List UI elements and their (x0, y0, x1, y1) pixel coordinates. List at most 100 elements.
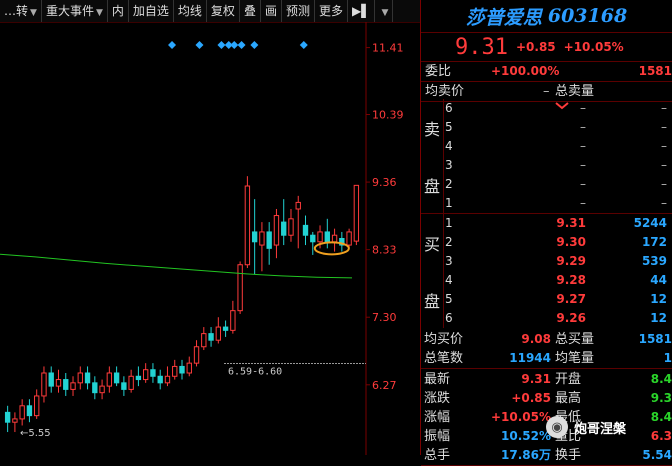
candle-body (237, 264, 243, 312)
candle-body (26, 405, 33, 417)
stat-value: 17.86万 (501, 448, 551, 462)
candle-body (92, 382, 98, 394)
y-tick-label: 9.36 (372, 176, 397, 189)
ask-row[interactable]: 6 – – (443, 99, 672, 118)
candle-body (113, 372, 120, 384)
event-marker-icon (230, 41, 239, 49)
ask-price: – (580, 139, 586, 153)
candle-body (310, 234, 316, 243)
candle-body (4, 411, 11, 423)
stat-label-2: 总买量 (555, 332, 595, 347)
stat-value: +0.85 (511, 391, 551, 405)
bid-side-label: 买 盘 (421, 214, 444, 328)
stat-value-2: 1581 (638, 332, 672, 346)
toolbar-item-0[interactable]: …转 ▼ (0, 0, 42, 22)
bid-level: 4 (445, 273, 453, 287)
toolbar-item-7[interactable]: 画 (261, 0, 282, 22)
committee-label: 委比 (425, 64, 452, 79)
toolbar-item-9[interactable]: 更多 (315, 0, 348, 22)
candle-body (19, 405, 25, 420)
bid-price: 9.30 (556, 235, 586, 249)
candle-body (55, 379, 62, 387)
event-marker-icon (195, 41, 204, 49)
kline-chart[interactable]: 11.41 10.39 9.36 8.33 7.30 6.27 6.59-6.60 ←5.55 (0, 22, 420, 455)
bid-row[interactable]: 4 9.28 44 (443, 271, 672, 290)
candle-body (317, 231, 323, 243)
candle-body (266, 231, 272, 249)
bid-row[interactable]: 5 9.27 12 (443, 290, 672, 309)
kline-svg[interactable]: 11.41 10.39 9.36 8.33 7.30 6.27 6.59-6.60 ←5.55 (0, 22, 420, 455)
stat-label: 总手 (424, 448, 451, 463)
candle-body (324, 231, 330, 243)
toolbar-item-5[interactable]: 复权 (207, 0, 240, 22)
bid-row[interactable]: 1 9.31 5244 (443, 214, 672, 233)
bid-level: 6 (445, 311, 453, 325)
bid-row[interactable]: 3 9.29 539 (443, 252, 672, 271)
ask-price: – (580, 158, 586, 172)
ask-row[interactable]: 3 – – (443, 156, 672, 175)
bid-price: 9.29 (556, 254, 586, 268)
candle-body (164, 375, 171, 384)
moving-average-line (0, 253, 353, 279)
ask-row[interactable]: 4 – – (443, 137, 672, 156)
ask-row[interactable]: 1 – – (443, 194, 672, 213)
bid-price: 9.31 (556, 216, 586, 230)
price-line: 9.31 +0.85 +10.05% (421, 33, 672, 62)
stat-row: 涨跌 +0.85 最高 9.3 (421, 389, 672, 408)
stat-value-2: 1 (663, 351, 672, 365)
toolbar-item-6[interactable]: 叠 (240, 0, 261, 22)
pin-icon[interactable]: ▶▌ (348, 0, 376, 22)
ask-volume: – (661, 139, 667, 153)
candle-body (230, 310, 236, 331)
bid-book: 买 盘 1 9.31 5244 2 9.30 172 3 9.29 539 4 9.28 44 5 9.2… (421, 213, 672, 328)
stat-value-2: 8.4 (650, 372, 672, 386)
gap-label: 6.59-6.60 (228, 366, 282, 377)
bid-price: 9.28 (556, 273, 586, 287)
dropdown-arrow-icon[interactable]: ▼ (381, 8, 388, 18)
candle-body (215, 326, 222, 341)
ask-level: 5 (445, 120, 453, 134)
toolbar-more-dropdown[interactable]: ▼ (375, 0, 394, 22)
stat-value-2: 9.3 (650, 391, 672, 405)
y-tick-label: 7.30 (372, 311, 397, 324)
y-tick-label: 6.27 (372, 379, 397, 392)
candle-body (41, 372, 47, 397)
bid-level: 3 (445, 254, 453, 268)
price-change-pct: +10.05% (563, 40, 624, 54)
candle-body (34, 395, 40, 417)
toolbar-item-8[interactable]: 预测 (282, 0, 315, 22)
event-marker-icon (168, 41, 177, 49)
bid-price: 9.27 (556, 292, 586, 306)
bid-row[interactable]: 2 9.30 172 (443, 233, 672, 252)
stat-label-2: 均笔量 (555, 351, 595, 366)
stat-label: 涨跌 (424, 391, 451, 406)
candle-body (99, 385, 105, 394)
ask-price: – (580, 120, 586, 134)
dropdown-arrow-icon[interactable]: ▼ (96, 8, 103, 18)
candle-body (106, 372, 113, 387)
bid-level: 2 (445, 235, 453, 249)
ask-volume: – (661, 158, 667, 172)
ask-side-label: 卖 盘 (421, 99, 444, 213)
candle-body (121, 382, 127, 390)
candle-body (12, 418, 18, 423)
bid-volume: 12 (650, 311, 667, 325)
ask-level: 1 (445, 196, 453, 210)
ask-volume: – (661, 196, 667, 210)
candle-body (193, 346, 200, 364)
ask-volume: – (661, 120, 667, 134)
stat-value: +10.05% (490, 410, 551, 424)
bid-volume: 12 (650, 292, 667, 306)
bid-row[interactable]: 6 9.26 12 (443, 309, 672, 328)
candle-body (346, 231, 352, 246)
toolbar-item-3[interactable]: 加自选 (129, 0, 174, 22)
chart-toolbar: …转 ▼ 重大事件 ▼ 内加自选 均线 复权叠画预测 更多 ▶▌ ▼ (0, 0, 420, 23)
candle-body (251, 231, 258, 243)
bid-volume: 5244 (633, 216, 667, 230)
ask-row[interactable]: 2 – – (443, 175, 672, 194)
ask-row[interactable]: 5 – – (443, 118, 672, 137)
toolbar-item-4[interactable]: 均线 (174, 0, 207, 22)
dropdown-arrow-icon[interactable]: ▼ (30, 8, 37, 18)
toolbar-item-1[interactable]: 重大事件 ▼ (42, 0, 108, 22)
toolbar-item-2[interactable]: 内 (108, 0, 129, 22)
